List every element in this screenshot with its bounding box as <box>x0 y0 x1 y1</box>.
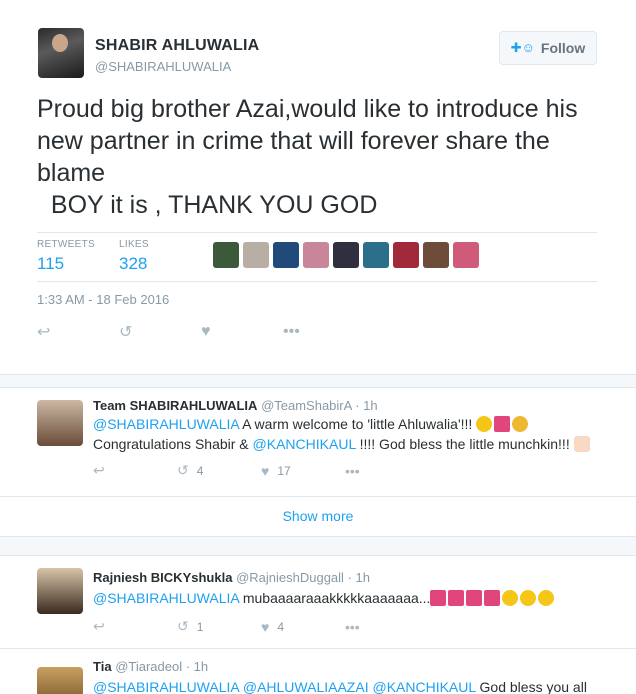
mention-link[interactable]: @KANCHIKAUL <box>253 436 356 452</box>
reply-icon[interactable]: ↩ <box>93 462 177 479</box>
reply-actions: ↩ ↺ 4 ♥ 17 ••• <box>93 462 429 479</box>
retweet-button[interactable]: ↺ 4 <box>177 462 261 479</box>
liker-avatar[interactable] <box>363 242 389 268</box>
reply-header: Rajniesh BICKYshukla @RajnieshDuggall · … <box>93 570 370 585</box>
liker-avatar[interactable] <box>423 242 449 268</box>
likes-label: LIKES <box>119 239 149 250</box>
reply-icon[interactable]: ↩ <box>37 322 119 342</box>
party-popper-icon <box>484 590 501 606</box>
retweets-count: 115 <box>37 254 65 273</box>
tweet-stats: RETWEETS 115 LIKES 328 <box>37 232 597 282</box>
like-count: 17 <box>277 463 291 478</box>
author-name[interactable]: SHABIR AHLUWALIA <box>95 37 259 55</box>
reply-actions: ↩ ↺ 1 ♥ 4 ••• <box>93 618 429 635</box>
follow-button[interactable]: ✚☺ Follow <box>499 31 597 65</box>
like-button[interactable]: ♥ 4 <box>261 618 345 635</box>
reply-tweet: Team SHABIRAHLUWALIA @TeamShabirA · 1h @… <box>0 388 636 496</box>
reply-tweet: Rajniesh BICKYshukla @RajnieshDuggall · … <box>0 556 636 648</box>
reply-header: Team SHABIRAHLUWALIA @TeamShabirA · 1h <box>93 398 378 413</box>
retweet-icon: ↺ <box>177 462 189 478</box>
divider <box>0 536 636 556</box>
grin-emoji-icon <box>476 416 493 432</box>
smile-emoji-icon <box>502 590 519 606</box>
reply-tweet: Tia @Tiaradeol · 1h @SHABIRAHLUWALIA @AH… <box>0 648 636 694</box>
likes-count: 328 <box>119 254 148 273</box>
add-user-icon: ✚☺ <box>510 40 535 55</box>
more-icon[interactable]: ••• <box>345 462 429 479</box>
like-icon: ♥ <box>261 618 270 635</box>
likers-avatars <box>213 242 479 268</box>
liker-avatar[interactable] <box>453 242 479 268</box>
reply-text-part: !!!! God bless the little munchkin!!! <box>355 436 574 452</box>
like-icon: ♥ <box>261 462 270 479</box>
reply-author-name[interactable]: Team SHABIRAHLUWALIA <box>93 398 257 413</box>
reply-text-part: A warm welcome to 'little Ahluwalia'!!! <box>238 416 477 432</box>
reply-author-handle[interactable]: @TeamShabirA <box>261 398 352 413</box>
liker-avatar[interactable] <box>243 242 269 268</box>
tweet-timestamp[interactable]: 1:33 AM - 18 Feb 2016 <box>37 292 169 307</box>
reply-author-handle[interactable]: @Tiaradeol <box>115 659 182 674</box>
reply-text: @SHABIRAHLUWALIA A warm welcome to 'litt… <box>93 414 613 454</box>
reply-text-part: God bless you all <box>475 679 587 694</box>
reply-time[interactable]: · 1h <box>355 398 377 413</box>
mention-link[interactable]: @KANCHIKAUL <box>372 679 475 694</box>
reply-author-handle[interactable]: @RajnieshDuggall <box>236 570 344 585</box>
hug-emoji-icon <box>512 416 529 432</box>
retweets-label: RETWEETS <box>37 239 95 250</box>
more-icon[interactable]: ••• <box>283 322 365 342</box>
like-button[interactable]: ♥ 17 <box>261 462 345 479</box>
divider <box>0 374 636 388</box>
reply-header: Tia @Tiaradeol · 1h <box>93 659 208 674</box>
retweet-count: 1 <box>196 619 204 634</box>
mention-link[interactable]: @SHABIRAHLUWALIA <box>93 590 239 606</box>
author-handle[interactable]: @SHABIRAHLUWALIA <box>95 59 231 74</box>
party-popper-icon <box>430 590 447 606</box>
reply-text: @SHABIRAHLUWALIA mubaaaaraaakkkkkaaaaaaa… <box>93 588 613 608</box>
reply-time[interactable]: · 1h <box>186 659 208 674</box>
reply-author-name[interactable]: Rajniesh BICKYshukla <box>93 570 232 585</box>
mention-link[interactable]: @SHABIRAHLUWALIA <box>93 416 239 432</box>
likes-stat[interactable]: LIKES 328 <box>119 239 149 274</box>
reply-text-part: Congratulations Shabir & <box>93 436 253 452</box>
mention-link[interactable]: @SHABIRAHLUWALIA <box>93 679 239 694</box>
liker-avatar[interactable] <box>303 242 329 268</box>
main-tweet: SHABIR AHLUWALIA @SHABIRAHLUWALIA ✚☺ Fol… <box>0 0 636 374</box>
like-count: 4 <box>277 619 284 634</box>
reply-icon[interactable]: ↩ <box>93 618 177 635</box>
tweet-actions: ↩ ↺ ♥ ••• <box>37 322 365 342</box>
reply-author-name[interactable]: Tia <box>93 659 112 674</box>
reply-avatar[interactable] <box>37 667 83 694</box>
mention-link[interactable]: @AHLUWALIAAZAI <box>243 679 369 694</box>
liker-avatar[interactable] <box>213 242 239 268</box>
more-icon[interactable]: ••• <box>345 618 429 635</box>
reply-avatar[interactable] <box>37 568 83 614</box>
liker-avatar[interactable] <box>273 242 299 268</box>
show-more-link[interactable]: Show more <box>0 496 636 536</box>
reply-avatar[interactable] <box>37 400 83 446</box>
author-avatar[interactable] <box>38 28 84 78</box>
grimace-emoji-icon <box>538 590 555 606</box>
reply-text: @SHABIRAHLUWALIA @AHLUWALIAAZAI @KANCHIK… <box>93 677 613 694</box>
retweet-icon: ↺ <box>177 618 189 634</box>
party-popper-icon <box>466 590 483 606</box>
like-icon[interactable]: ♥ <box>201 322 283 342</box>
reply-time[interactable]: · 1h <box>348 570 370 585</box>
retweet-button[interactable]: ↺ 1 <box>177 618 261 635</box>
retweet-count: 4 <box>196 463 204 478</box>
smile-emoji-icon <box>520 590 537 606</box>
retweet-icon[interactable]: ↺ <box>119 322 201 342</box>
party-popper-icon <box>448 590 465 606</box>
retweets-stat[interactable]: RETWEETS 115 <box>37 239 95 274</box>
reply-text-part: mubaaaaraaakkkkkaaaaaaa... <box>238 590 431 606</box>
tweet-text: Proud big brother Azai,would like to int… <box>37 95 578 219</box>
liker-avatar[interactable] <box>393 242 419 268</box>
praying-hands-icon <box>573 436 590 452</box>
party-popper-icon <box>494 416 511 432</box>
liker-avatar[interactable] <box>333 242 359 268</box>
follow-label: Follow <box>540 40 586 56</box>
